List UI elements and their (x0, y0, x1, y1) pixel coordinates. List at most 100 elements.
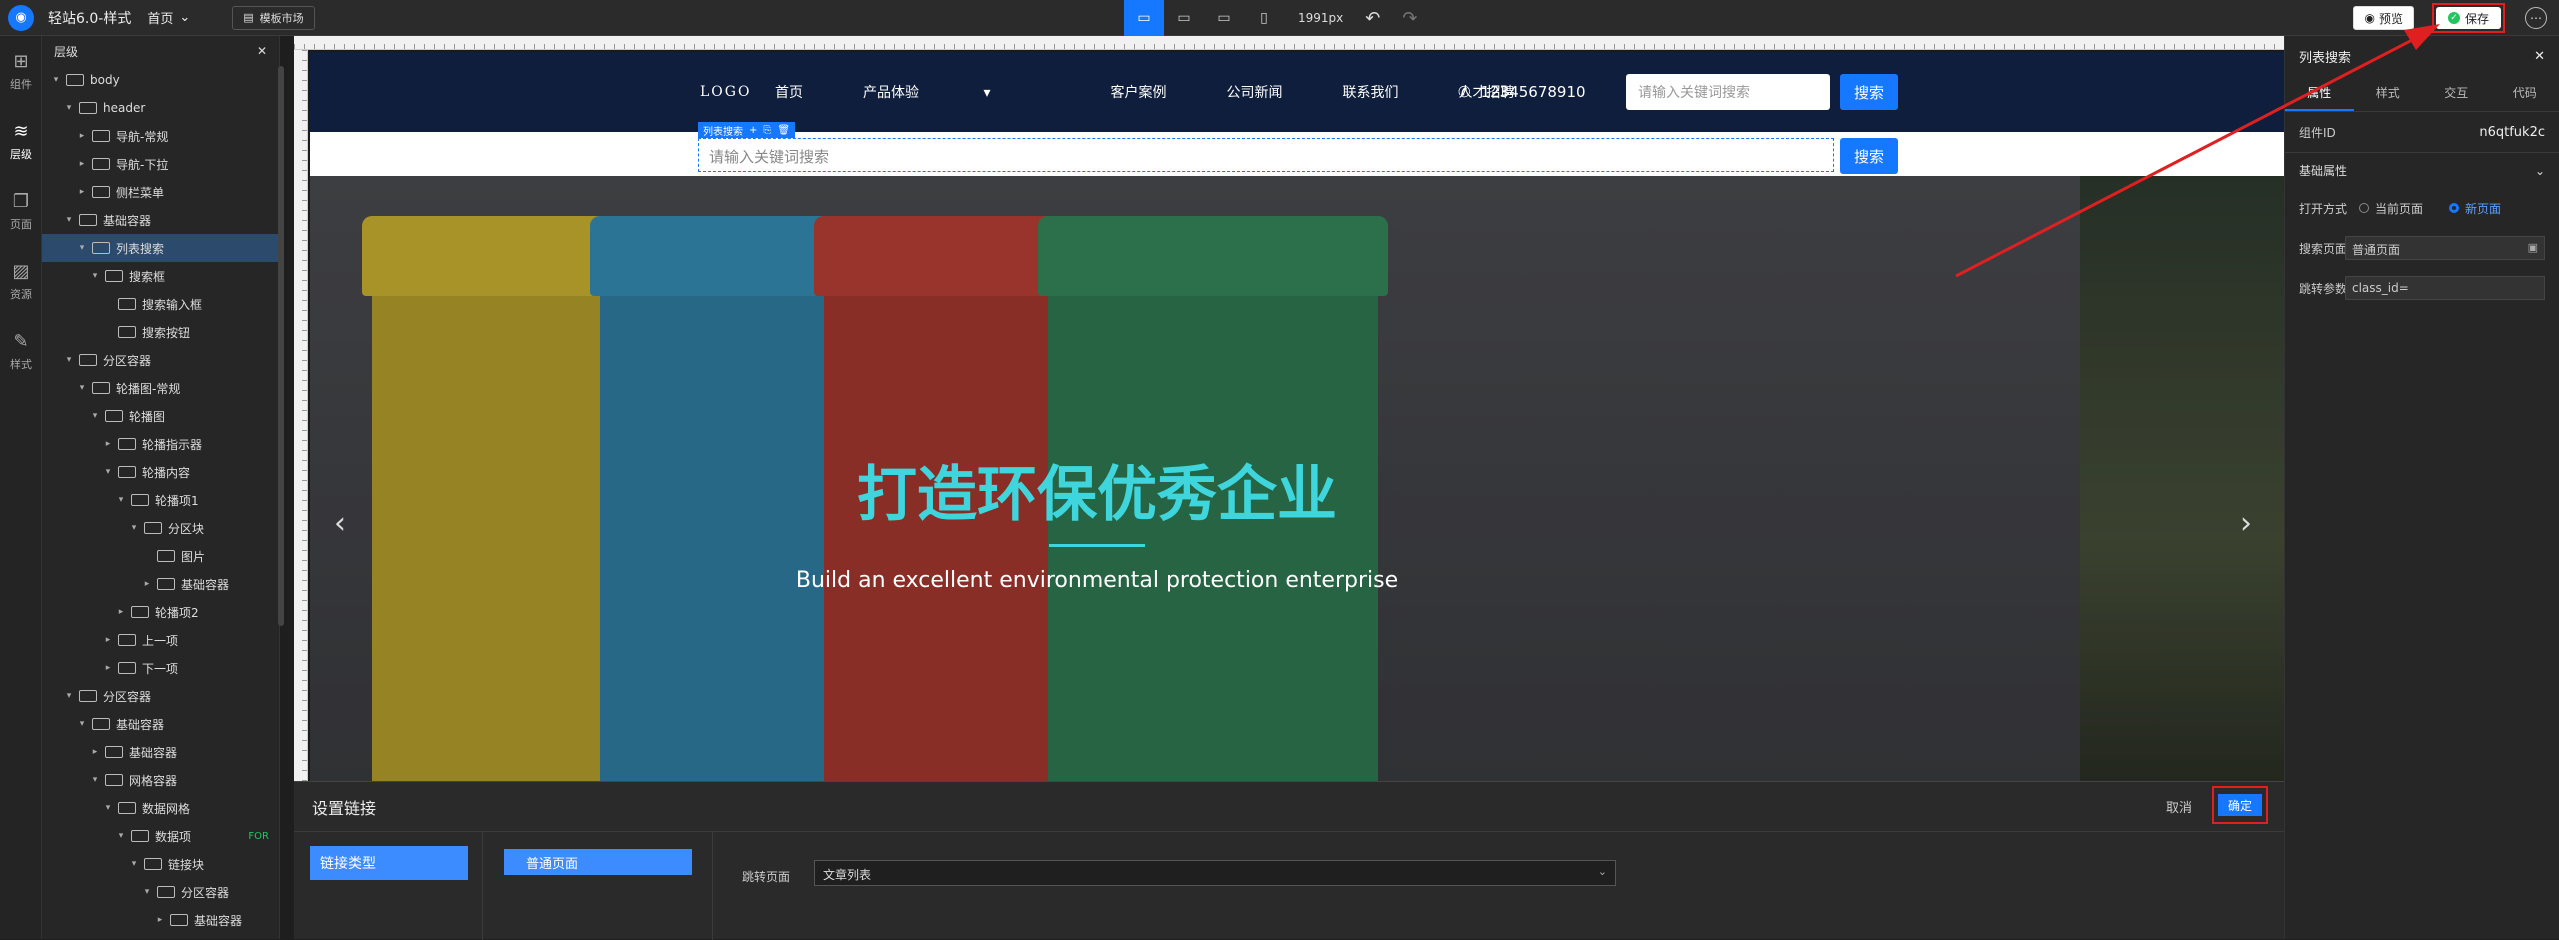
layer-tree-row[interactable]: ▾header (42, 94, 279, 122)
layer-tree-row[interactable]: ▾轮播图 (42, 402, 279, 430)
caret-down-icon[interactable]: ▾ (115, 495, 127, 505)
design-canvas[interactable]: LOGO 首页 产品体验 ▾ 客户案例 公司新闻 联系我们 人才招聘 ✆ 123… (294, 36, 2284, 781)
layer-tree-row[interactable]: ▸导航-下拉 (42, 150, 279, 178)
header-search-input[interactable]: 请输入关键词搜索 (1626, 74, 1830, 110)
nav-item-products[interactable]: 产品体验 ▾ (863, 82, 1050, 102)
caret-down-icon[interactable]: ▾ (89, 775, 101, 785)
rail-layers[interactable]: ≋ 层级 (0, 106, 42, 176)
rail-resources[interactable]: ▨ 资源 (0, 246, 42, 316)
more-icon[interactable]: ⋯ (2525, 7, 2547, 29)
caret-right-icon[interactable]: ▸ (76, 131, 88, 141)
nav-item-home[interactable]: 首页 (775, 82, 803, 102)
undo-icon[interactable]: ↶ (1365, 8, 1380, 29)
target-page-select[interactable]: 文章列表 ⌄ (814, 860, 1616, 886)
layer-tree-row[interactable]: ▾基础容器 (42, 710, 279, 738)
radio-current-page[interactable] (2359, 203, 2369, 213)
layer-tree-row[interactable]: ▸侧栏菜单 (42, 178, 279, 206)
basic-props-section[interactable]: 基础属性 ⌄ (2285, 152, 2559, 188)
rail-styles[interactable]: ✎ 样式 (0, 316, 42, 386)
list-search-button[interactable]: 搜索 (1840, 138, 1898, 174)
carousel-banner[interactable]: 打造环保优秀企业 Build an excellent environmenta… (310, 176, 2284, 781)
layer-tree-row[interactable]: ▾分区容器 (42, 682, 279, 710)
layer-tree-row[interactable]: 图片 (42, 542, 279, 570)
tab-attributes[interactable]: 属性 (2285, 76, 2354, 111)
layer-tree-row[interactable]: ▾基础容器 (42, 206, 279, 234)
layer-tree-row[interactable]: ▸下一项 (42, 654, 279, 682)
link-type-tab[interactable]: 链接类型 (310, 846, 468, 880)
caret-down-icon[interactable]: ▾ (115, 831, 127, 841)
laptop-icon[interactable]: ▭ (1164, 0, 1204, 36)
caret-down-icon[interactable]: ▾ (76, 243, 88, 253)
list-search-block[interactable]: 请输入关键词搜索 列表搜索 + ⎘ 🗑 搜索 (310, 132, 2284, 176)
layer-tree-row[interactable]: ▸导航-常规 (42, 122, 279, 150)
caret-down-icon[interactable]: ▾ (89, 411, 101, 421)
layer-tree-row[interactable]: ▾列表搜索 (42, 234, 279, 262)
layer-tree-row[interactable]: ▾轮播图-常规 (42, 374, 279, 402)
layer-tree-row[interactable]: 搜索输入框 (42, 290, 279, 318)
caret-right-icon[interactable]: ▸ (115, 607, 127, 617)
layer-tree-row[interactable]: ▾网格容器 (42, 766, 279, 794)
nav-item-cases[interactable]: 客户案例 (1110, 82, 1166, 102)
layer-tree-row[interactable]: ▾轮播内容 (42, 458, 279, 486)
link-option-normal-page[interactable]: 普通页面 (504, 849, 692, 875)
layer-tree-row[interactable]: ▾轮播项1 (42, 486, 279, 514)
caret-right-icon[interactable]: ▸ (154, 915, 166, 925)
caret-down-icon[interactable]: ▾ (141, 887, 153, 897)
close-icon[interactable]: ✕ (2534, 49, 2545, 64)
layer-tree-row[interactable]: 搜索按钮 (42, 318, 279, 346)
caret-down-icon[interactable]: ▾ (63, 691, 75, 701)
carousel-next-icon[interactable]: › (2240, 506, 2252, 541)
caret-right-icon[interactable]: ▸ (141, 579, 153, 589)
layer-tree-row[interactable]: ▾数据网格 (42, 794, 279, 822)
tab-styles[interactable]: 样式 (2354, 76, 2423, 111)
layer-tree-row[interactable]: ▾分区容器 (42, 878, 279, 906)
desktop-icon[interactable]: ▭ (1124, 0, 1164, 36)
layer-tree-row[interactable]: ▾分区块 (42, 514, 279, 542)
layer-tree-row[interactable]: ▾搜索框 (42, 262, 279, 290)
layers-scrollbar[interactable] (278, 66, 284, 626)
caret-right-icon[interactable]: ▸ (89, 747, 101, 757)
tablet-landscape-icon[interactable]: ▭ (1204, 0, 1244, 36)
cancel-button[interactable]: 取消 (2166, 797, 2192, 816)
layer-tree-row[interactable]: ▾body (42, 66, 279, 94)
caret-right-icon[interactable]: ▸ (102, 439, 114, 449)
caret-down-icon[interactable]: ▾ (63, 215, 75, 225)
nav-item-contact[interactable]: 联系我们 (1342, 82, 1398, 102)
caret-down-icon[interactable]: ▾ (128, 859, 140, 869)
layer-tree-row[interactable]: ▸基础容器 (42, 738, 279, 766)
caret-down-icon[interactable]: ▾ (63, 103, 75, 113)
layer-tree-row[interactable]: ▸基础容器 (42, 570, 279, 598)
tab-code[interactable]: 代码 (2491, 76, 2559, 111)
caret-down-icon[interactable]: ▾ (76, 719, 88, 729)
add-icon[interactable]: + (749, 125, 757, 136)
radio-new-page[interactable] (2449, 203, 2459, 213)
redo-icon[interactable]: ↷ (1402, 8, 1417, 29)
caret-down-icon[interactable]: ▾ (128, 523, 140, 533)
page-select[interactable]: 首页 ⌄ (147, 8, 190, 27)
carousel-prev-icon[interactable]: ‹ (334, 506, 346, 541)
rail-pages[interactable]: ❐ 页面 (0, 176, 42, 246)
caret-down-icon[interactable]: ▾ (102, 467, 114, 477)
layer-tree-row[interactable]: ▾链接块 (42, 850, 279, 878)
layer-tree-row[interactable]: ▾分区容器 (42, 346, 279, 374)
link-settings-icon[interactable]: ▣ (2528, 241, 2538, 254)
layer-tree-row[interactable]: ▸上一项 (42, 626, 279, 654)
caret-right-icon[interactable]: ▸ (76, 187, 88, 197)
site-logo[interactable]: LOGO (700, 84, 751, 100)
caret-right-icon[interactable]: ▸ (102, 663, 114, 673)
caret-right-icon[interactable]: ▸ (76, 159, 88, 169)
save-button[interactable]: ✓ 保存 (2436, 7, 2501, 29)
preview-button[interactable]: ◉ 预览 (2353, 6, 2414, 30)
confirm-button[interactable]: 确定 (2218, 794, 2262, 816)
search-page-input[interactable]: 普通页面 ▣ (2345, 236, 2545, 260)
layer-tree-row[interactable]: ▾数据项FOR (42, 822, 279, 850)
caret-down-icon[interactable]: ▾ (63, 355, 75, 365)
nav-item-news[interactable]: 公司新闻 (1226, 82, 1282, 102)
mobile-icon[interactable]: ▯ (1244, 0, 1284, 36)
layer-tree-row[interactable]: ▸基础容器 (42, 906, 279, 934)
list-search-input[interactable]: 请输入关键词搜索 (698, 138, 1834, 172)
rail-components[interactable]: ⊞ 组件 (0, 36, 42, 106)
caret-down-icon[interactable]: ▾ (50, 75, 62, 85)
close-icon[interactable]: ✕ (257, 44, 267, 58)
layer-tree-row[interactable]: ▸轮播项2 (42, 598, 279, 626)
